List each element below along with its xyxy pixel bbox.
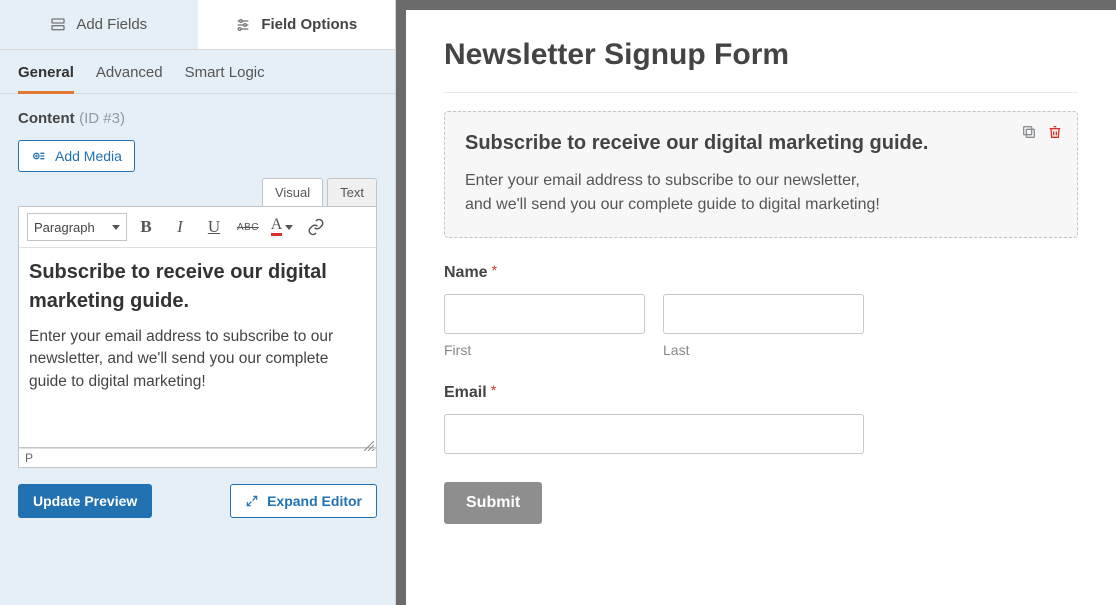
block-paragraph: Enter your email address to subscribe to… xyxy=(465,169,885,217)
format-select-value: Paragraph xyxy=(34,220,95,235)
trash-icon[interactable] xyxy=(1047,124,1063,140)
editor-heading[interactable]: Subscribe to receive our digital marketi… xyxy=(29,258,366,316)
editor-toolbar: Paragraph B I U ABC A xyxy=(18,206,377,248)
add-media-label: Add Media xyxy=(55,148,122,164)
bold-button[interactable]: B xyxy=(131,213,161,241)
required-marker: * xyxy=(492,262,497,278)
chevron-down-icon xyxy=(285,225,293,230)
expand-editor-button[interactable]: Expand Editor xyxy=(230,484,377,518)
tab-field-options[interactable]: Field Options xyxy=(198,0,396,50)
first-name-input[interactable] xyxy=(444,294,645,334)
content-field-block[interactable]: Subscribe to receive our digital marketi… xyxy=(444,111,1078,238)
block-heading: Subscribe to receive our digital marketi… xyxy=(465,130,965,157)
first-sublabel: First xyxy=(444,342,645,358)
panel-body: Content (ID #3) Add Media Visual Text Pa… xyxy=(0,94,395,605)
form-title: Newsletter Signup Form xyxy=(444,38,1078,72)
content-editor[interactable]: Subscribe to receive our digital marketi… xyxy=(18,248,377,448)
preview-pane: Newsletter Signup Form Subscribe to rece… xyxy=(396,0,1116,605)
editor-path: P xyxy=(18,448,377,468)
sidebar: Add Fields Field Options General Advance… xyxy=(0,0,396,605)
sliders-icon xyxy=(235,17,251,33)
link-icon xyxy=(307,218,325,236)
format-select[interactable]: Paragraph xyxy=(27,213,127,241)
editor-paragraph[interactable]: Enter your email address to subscribe to… xyxy=(29,326,366,393)
strikethrough-button[interactable]: ABC xyxy=(233,213,263,241)
link-button[interactable] xyxy=(301,213,331,241)
divider xyxy=(444,92,1078,93)
content-label: Content xyxy=(18,110,75,127)
name-label: Name xyxy=(444,264,488,281)
add-media-button[interactable]: Add Media xyxy=(18,140,135,172)
editor-tab-visual[interactable]: Visual xyxy=(262,178,323,206)
subtab-smart-logic[interactable]: Smart Logic xyxy=(185,64,265,93)
update-preview-button[interactable]: Update Preview xyxy=(18,484,152,518)
fields-icon xyxy=(50,17,66,33)
italic-button[interactable]: I xyxy=(165,213,195,241)
subtab-general[interactable]: General xyxy=(18,64,74,94)
duplicate-icon[interactable] xyxy=(1021,124,1037,140)
email-input[interactable] xyxy=(444,414,864,454)
editor-mode-tabs: Visual Text xyxy=(18,178,377,206)
chevron-down-icon xyxy=(112,225,120,230)
subtab-advanced[interactable]: Advanced xyxy=(96,64,163,93)
expand-icon xyxy=(245,494,259,508)
sub-tabs: General Advanced Smart Logic xyxy=(0,50,395,94)
email-label: Email xyxy=(444,384,487,401)
tab-add-fields[interactable]: Add Fields xyxy=(0,0,198,50)
underline-button[interactable]: U xyxy=(199,213,229,241)
text-color-button[interactable]: A xyxy=(267,213,297,241)
email-field: Email* xyxy=(444,384,1078,454)
expand-editor-label: Expand Editor xyxy=(267,493,362,509)
last-sublabel: Last xyxy=(663,342,864,358)
editor-tab-text[interactable]: Text xyxy=(327,178,377,206)
preview-surface: Newsletter Signup Form Subscribe to rece… xyxy=(406,10,1116,605)
tab-add-fields-label: Add Fields xyxy=(76,16,147,33)
name-field: Name* First Last xyxy=(444,264,1078,358)
top-tabs: Add Fields Field Options xyxy=(0,0,395,50)
last-name-input[interactable] xyxy=(663,294,864,334)
resize-handle-icon[interactable] xyxy=(364,435,374,445)
content-id: (ID #3) xyxy=(79,110,125,127)
block-actions xyxy=(1021,124,1063,140)
required-marker: * xyxy=(491,382,496,398)
media-icon xyxy=(31,148,47,164)
tab-field-options-label: Field Options xyxy=(261,16,357,33)
submit-button[interactable]: Submit xyxy=(444,482,542,524)
